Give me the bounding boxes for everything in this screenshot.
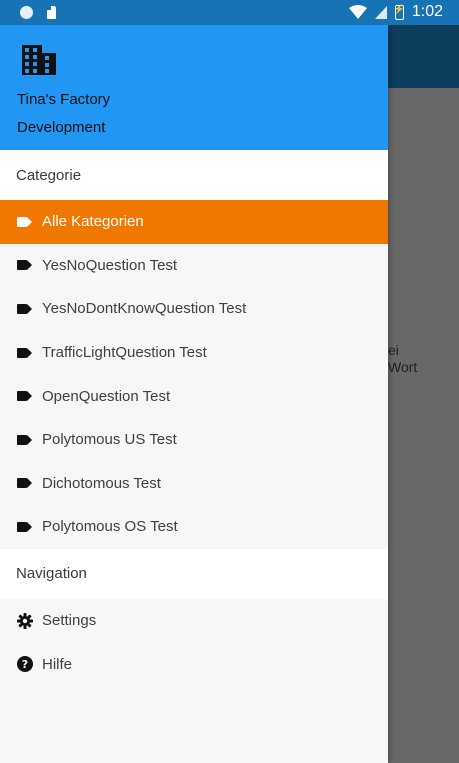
nav-item-hilfe[interactable]: ? Hilfe bbox=[0, 642, 388, 686]
gear-icon bbox=[17, 612, 33, 629]
categories-list: Alle Kategorien YesNoQuestion Test YesNo… bbox=[0, 200, 388, 549]
account-name: Tina's Factory bbox=[17, 91, 111, 108]
category-item-dichotomous[interactable]: Dichotomous Test bbox=[0, 462, 388, 506]
tag-icon bbox=[17, 303, 32, 314]
category-label: Polytomous US Test bbox=[42, 431, 177, 449]
category-item-yesnodontknowquestion[interactable]: YesNoDontKnowQuestion Test bbox=[0, 287, 388, 331]
nav-label: Settings bbox=[42, 612, 97, 630]
tag-icon bbox=[17, 347, 32, 358]
app-screen: 1:02 eiWort Tina's Factory Development bbox=[0, 0, 459, 763]
navigation-list: Settings ? Hilfe bbox=[0, 599, 388, 686]
category-label: YesNoQuestion Test bbox=[42, 256, 178, 274]
category-label: YesNoDontKnowQuestion Test bbox=[42, 300, 247, 318]
tag-icon bbox=[17, 391, 32, 402]
category-item-alle-kategorien[interactable]: Alle Kategorien bbox=[0, 200, 388, 244]
tag-icon bbox=[17, 260, 32, 271]
svg-text:?: ? bbox=[22, 658, 28, 671]
categories-section-title: Categorie bbox=[0, 150, 388, 200]
category-item-openquestion[interactable]: OpenQuestion Test bbox=[0, 374, 388, 418]
drawer-header: Tina's Factory Development bbox=[0, 25, 388, 150]
category-item-yesnoquestion[interactable]: YesNoQuestion Test bbox=[0, 244, 388, 288]
background-text-line-2: Wort bbox=[388, 359, 418, 375]
tag-icon bbox=[17, 434, 32, 445]
notification-circle-icon bbox=[20, 6, 33, 19]
account-subtitle: Development bbox=[17, 119, 106, 136]
sd-card-icon bbox=[47, 6, 56, 19]
nav-label: Hilfe bbox=[42, 655, 73, 673]
background-partial-text: ei Wort bbox=[388, 342, 417, 376]
category-label: Alle Kategorien bbox=[42, 213, 144, 231]
tag-icon bbox=[17, 216, 32, 227]
category-label: OpenQuestion Test bbox=[42, 387, 171, 405]
category-label: Dichotomous Test bbox=[42, 474, 161, 492]
status-bar: 1:02 bbox=[0, 0, 459, 25]
wifi-icon bbox=[348, 5, 367, 19]
nav-item-settings[interactable]: Settings bbox=[0, 599, 388, 643]
tag-icon bbox=[17, 478, 32, 489]
battery-charging-icon bbox=[394, 4, 405, 20]
clock: 1:02 bbox=[411, 3, 443, 20]
category-label: Polytomous OS Test bbox=[42, 518, 178, 536]
category-item-polytomous-us[interactable]: Polytomous US Test bbox=[0, 418, 388, 462]
navigation-drawer: Tina's Factory Development Categorie All… bbox=[0, 25, 388, 763]
category-item-trafficlightquestion[interactable]: TrafficLightQuestion Test bbox=[0, 331, 388, 375]
building-icon bbox=[22, 45, 56, 75]
signal-icon bbox=[374, 5, 387, 19]
tag-icon bbox=[17, 521, 32, 532]
category-label: TrafficLightQuestion Test bbox=[42, 344, 207, 362]
navigation-section-title: Navigation bbox=[0, 548, 388, 599]
help-circle-icon: ? bbox=[17, 656, 33, 673]
category-item-polytomous-os[interactable]: Polytomous OS Test bbox=[0, 505, 388, 549]
background-text-line-1: ei bbox=[388, 342, 399, 358]
